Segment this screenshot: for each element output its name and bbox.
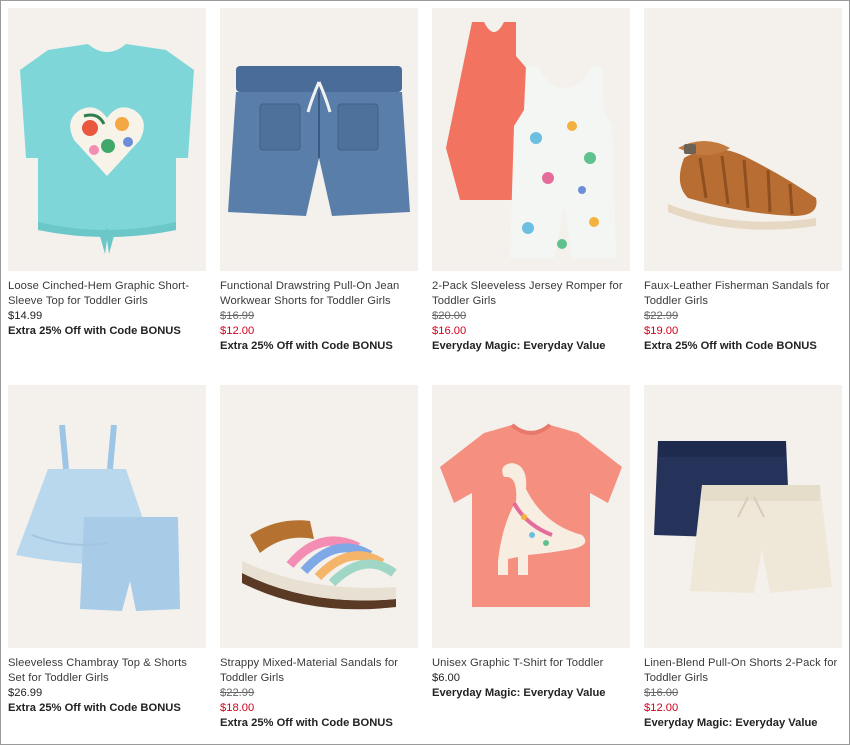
sale-price: $12.00: [644, 702, 679, 714]
promo-text: Extra 25% Off with Code BONUS: [220, 717, 393, 729]
product-grid: Loose Cinched-Hem Graphic Short-Sleeve T…: [0, 0, 850, 745]
original-price: $20.00: [432, 310, 467, 322]
promo-text: Everyday Magic: Everyday Value: [432, 687, 606, 699]
original-price: $22.99: [644, 310, 679, 322]
sale-price: $16.00: [432, 325, 467, 337]
sale-price: $18.00: [220, 702, 255, 714]
product-card[interactable]: Unisex Graphic T-Shirt for Toddler $6.00…: [432, 385, 630, 701]
sale-price: $19.00: [644, 325, 679, 337]
promo-text: Everyday Magic: Everyday Value: [644, 717, 818, 729]
product-image-chambray-set[interactable]: [8, 385, 206, 648]
product-card[interactable]: Loose Cinched-Hem Graphic Short-Sleeve T…: [8, 8, 206, 339]
product-price: $6.00: [432, 672, 460, 684]
original-price: $16.00: [644, 687, 679, 699]
product-image-linen-shorts[interactable]: [644, 385, 842, 648]
product-price: $26.99: [8, 687, 43, 699]
promo-text: Extra 25% Off with Code BONUS: [644, 340, 817, 352]
product-price: $14.99: [8, 310, 43, 322]
product-image-dino-tee[interactable]: [432, 385, 630, 648]
product-name[interactable]: Faux-Leather Fisherman Sandals for Toddl…: [644, 279, 842, 309]
product-name[interactable]: Strappy Mixed-Material Sandals for Toddl…: [220, 656, 418, 686]
product-image-romper-pack[interactable]: [432, 8, 630, 271]
product-card[interactable]: Strappy Mixed-Material Sandals for Toddl…: [220, 385, 418, 731]
product-name[interactable]: 2-Pack Sleeveless Jersey Romper for Todd…: [432, 279, 630, 309]
promo-text: Everyday Magic: Everyday Value: [432, 340, 606, 352]
product-card[interactable]: 2-Pack Sleeveless Jersey Romper for Todd…: [432, 8, 630, 354]
product-image-strappy-sandals[interactable]: [220, 385, 418, 648]
product-name[interactable]: Linen-Blend Pull-On Shorts 2-Pack for To…: [644, 656, 842, 686]
promo-text: Extra 25% Off with Code BONUS: [8, 325, 181, 337]
sale-price: $12.00: [220, 325, 255, 337]
product-name[interactable]: Sleeveless Chambray Top & Shorts Set for…: [8, 656, 206, 686]
product-image-graphic-top[interactable]: [8, 8, 206, 271]
product-image-jean-shorts[interactable]: [220, 8, 418, 271]
promo-text: Extra 25% Off with Code BONUS: [8, 702, 181, 714]
promo-text: Extra 25% Off with Code BONUS: [220, 340, 393, 352]
product-name[interactable]: Functional Drawstring Pull-On Jean Workw…: [220, 279, 418, 309]
original-price: $22.99: [220, 687, 255, 699]
product-card[interactable]: Linen-Blend Pull-On Shorts 2-Pack for To…: [644, 385, 842, 731]
original-price: $16.99: [220, 310, 255, 322]
product-name[interactable]: Loose Cinched-Hem Graphic Short-Sleeve T…: [8, 279, 206, 309]
product-card[interactable]: Functional Drawstring Pull-On Jean Workw…: [220, 8, 418, 354]
product-image-fisherman-sandals[interactable]: [644, 8, 842, 271]
product-card[interactable]: Sleeveless Chambray Top & Shorts Set for…: [8, 385, 206, 716]
product-name[interactable]: Unisex Graphic T-Shirt for Toddler: [432, 656, 630, 671]
product-card[interactable]: Faux-Leather Fisherman Sandals for Toddl…: [644, 8, 842, 354]
